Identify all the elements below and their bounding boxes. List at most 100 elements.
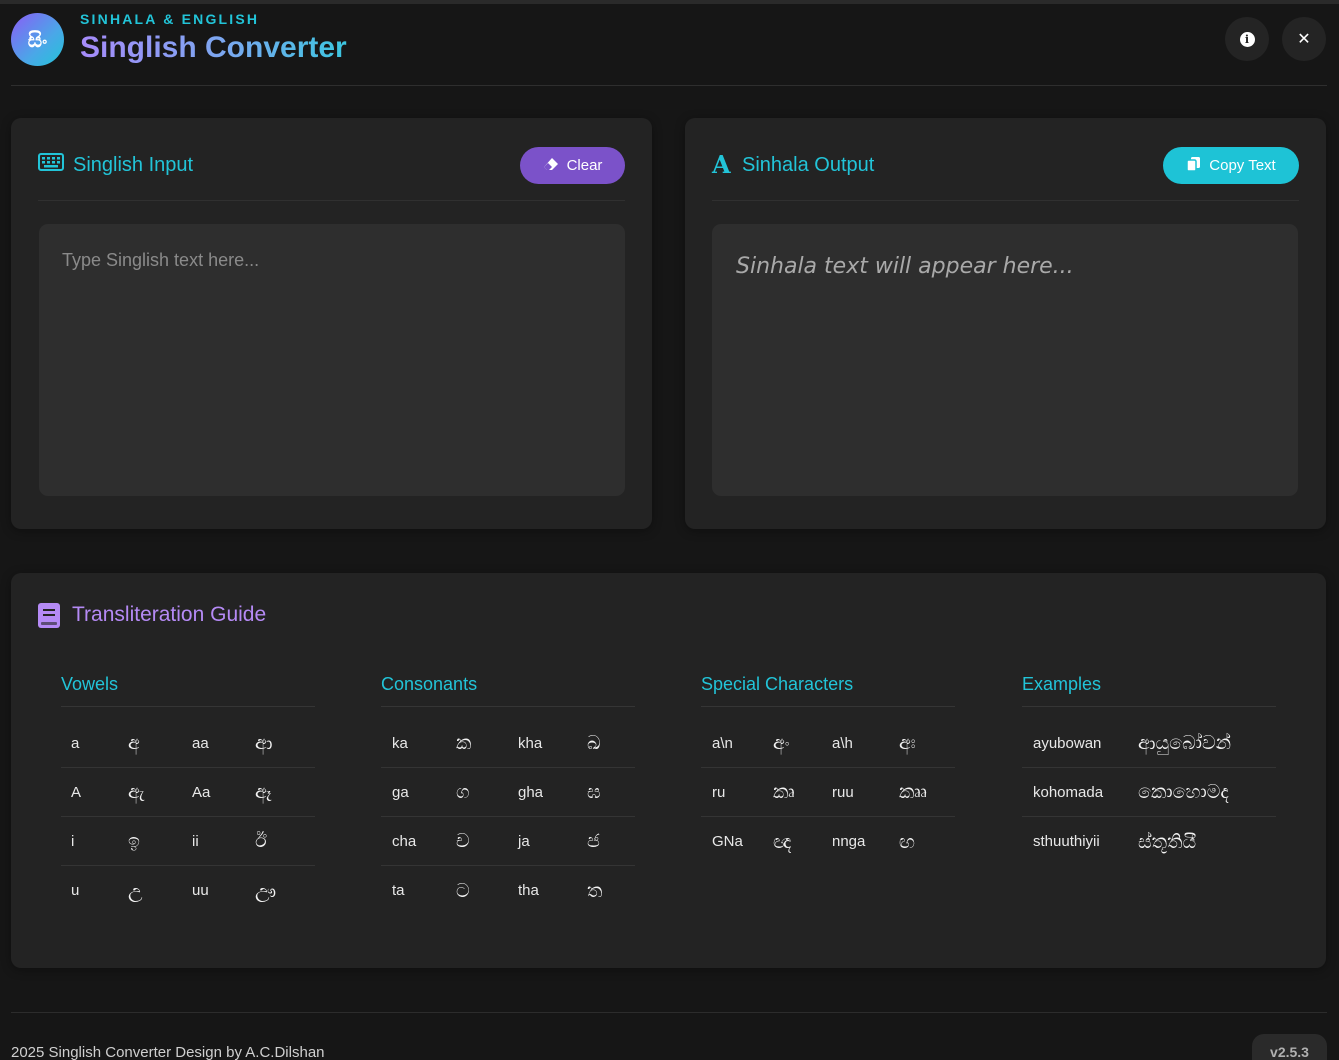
latin-cell: a\h (832, 734, 853, 752)
sinhala-cell: ක (456, 732, 472, 754)
singlish-input[interactable] (39, 224, 625, 496)
table-row: ayubowan ආයුබෝවන් (1022, 719, 1276, 768)
sinhala-cell: ඛ (587, 732, 601, 754)
special-characters-grid: a\n අං a\h අඃ ru කෘ ruu කෲ GNa ඥ nnga ඟ (701, 719, 955, 866)
latin-cell: A (71, 783, 82, 801)
special-characters-section: Special Characters a\n අං a\h අඃ ru කෘ r… (701, 674, 955, 866)
consonants-grid: ka ක kha ඛ ga ග gha ඝ cha ච ja ජ ta ට th… (381, 719, 635, 915)
table-row: a අ aa ආ (61, 719, 315, 768)
sinhala-cell: ආයුබෝවන් (1138, 732, 1232, 754)
logo-text: සිං (27, 27, 48, 52)
special-characters-title: Special Characters (701, 674, 955, 707)
copy-icon (1186, 156, 1201, 176)
info-button[interactable]: i (1225, 17, 1269, 61)
latin-cell: kohomada (1033, 783, 1104, 801)
table-row: a\n අං a\h අඃ (701, 719, 955, 768)
latin-cell: Aa (192, 783, 211, 801)
sinhala-cell: ග (456, 781, 470, 803)
close-icon: ✕ (1297, 31, 1311, 48)
latin-cell: ja (518, 832, 530, 850)
sinhala-output[interactable]: Sinhala text will appear here... (712, 224, 1298, 496)
sinhala-cell: ච (456, 830, 470, 852)
sinhala-cell: උ (128, 879, 143, 902)
sinhala-cell: ඝ (587, 781, 601, 803)
table-row: sthuuthiyii ස්තූතියී (1022, 817, 1276, 866)
latin-cell: kha (518, 734, 543, 752)
vowels-title: Vowels (61, 674, 315, 707)
examples-section: Examples ayubowan ආයුබෝවන් kohomada කොහො… (1022, 674, 1276, 866)
latin-cell: tha (518, 882, 539, 899)
copy-button-label: Copy Text (1209, 157, 1276, 174)
latin-cell: i (71, 832, 75, 850)
book-icon (38, 603, 60, 628)
input-panel-header: Singlish Input Clear (38, 146, 625, 201)
table-row: ru කෘ ruu කෲ (701, 768, 955, 817)
output-panel-header: A Sinhala Output Copy Text (712, 146, 1299, 201)
vowels-grid: a අ aa ආ A ඇ Aa ඈ i ඉ ii ඊ u උ uu ඌ (61, 719, 315, 915)
sinhala-cell: ස්තූතියී (1138, 830, 1197, 853)
latin-cell: ru (712, 783, 726, 801)
output-placeholder: Sinhala text will appear here... (736, 254, 1074, 279)
latin-cell: gha (518, 783, 544, 801)
table-row: ta ට tha ත (381, 866, 635, 915)
latin-cell: ka (392, 734, 408, 752)
latin-cell: a (71, 734, 80, 752)
close-button[interactable]: ✕ (1282, 17, 1326, 61)
sinhala-cell: ඊ (255, 830, 267, 852)
output-panel-title: Sinhala Output (742, 154, 875, 176)
info-icon: i (1239, 31, 1255, 47)
vowels-section: Vowels a අ aa ආ A ඇ Aa ඈ i ඉ ii ඊ u උ uu… (61, 674, 315, 915)
sinhala-cell: ජ (587, 830, 600, 852)
sinhala-cell: කොහොමද (1138, 781, 1229, 803)
table-row: i ඉ ii ඊ (61, 817, 315, 866)
clear-button[interactable]: Clear (520, 147, 625, 184)
guide-title: Transliteration Guide (72, 603, 267, 626)
input-panel: Singlish Input Clear (11, 118, 652, 529)
latin-cell: sthuuthiyii (1033, 833, 1100, 850)
table-row: u උ uu ඌ (61, 866, 315, 915)
keyboard-icon (38, 153, 64, 176)
sinhala-cell: ඌ (255, 879, 277, 902)
table-row: A ඇ Aa ඈ (61, 768, 315, 817)
latin-cell: nnga (832, 833, 866, 850)
latin-cell: ayubowan (1033, 734, 1102, 752)
table-row: ka ක kha ඛ (381, 719, 635, 768)
sinhala-cell: ඇ (128, 781, 145, 803)
latin-cell: aa (192, 734, 209, 752)
sinhala-cell: ඥ (773, 830, 792, 853)
clear-button-label: Clear (566, 157, 603, 174)
table-row: cha ච ja ජ (381, 817, 635, 866)
consonants-title: Consonants (381, 674, 635, 707)
latin-cell: GNa (712, 833, 743, 850)
sinhala-cell: ත (587, 879, 603, 902)
app-header: සිං SINHALA & ENGLISH Singlish Converter… (11, 4, 1327, 86)
sinhala-cell: ඟ (899, 830, 915, 853)
sinhala-cell: කෲ (899, 781, 928, 803)
app-subtitle: SINHALA & ENGLISH (80, 11, 260, 27)
input-panel-title: Singlish Input (73, 154, 194, 176)
sinhala-cell: ට (456, 879, 470, 902)
table-row: ga ග gha ඝ (381, 768, 635, 817)
output-panel: A Sinhala Output Copy Text Sinhala text … (685, 118, 1326, 529)
sinhala-cell: ආ (255, 732, 273, 754)
latin-cell: cha (392, 832, 417, 850)
latin-cell: a\n (712, 734, 733, 752)
sinhala-cell: ඈ (255, 781, 272, 803)
latin-cell: ruu (832, 783, 854, 801)
latin-cell: ta (392, 882, 405, 899)
latin-cell: u (71, 882, 80, 899)
version-badge: v2.5.3 (1252, 1034, 1327, 1060)
guide-panel: Transliteration Guide Vowels a අ aa ආ A … (11, 573, 1326, 968)
app-logo: සිං (11, 13, 64, 66)
sinhala-cell: කෘ (773, 781, 795, 803)
table-row: GNa ඥ nnga ඟ (701, 817, 955, 866)
sinhala-cell: ඉ (128, 830, 140, 852)
font-icon: A (712, 150, 731, 179)
sinhala-cell: අ (128, 732, 140, 754)
latin-cell: ga (392, 783, 409, 801)
copy-text-button[interactable]: Copy Text (1163, 147, 1299, 184)
sinhala-cell: අං (773, 732, 790, 754)
examples-title: Examples (1022, 674, 1276, 707)
latin-cell: ii (192, 832, 199, 850)
examples-grid: ayubowan ආයුබෝවන් kohomada කොහොමද sthuut… (1022, 719, 1276, 866)
